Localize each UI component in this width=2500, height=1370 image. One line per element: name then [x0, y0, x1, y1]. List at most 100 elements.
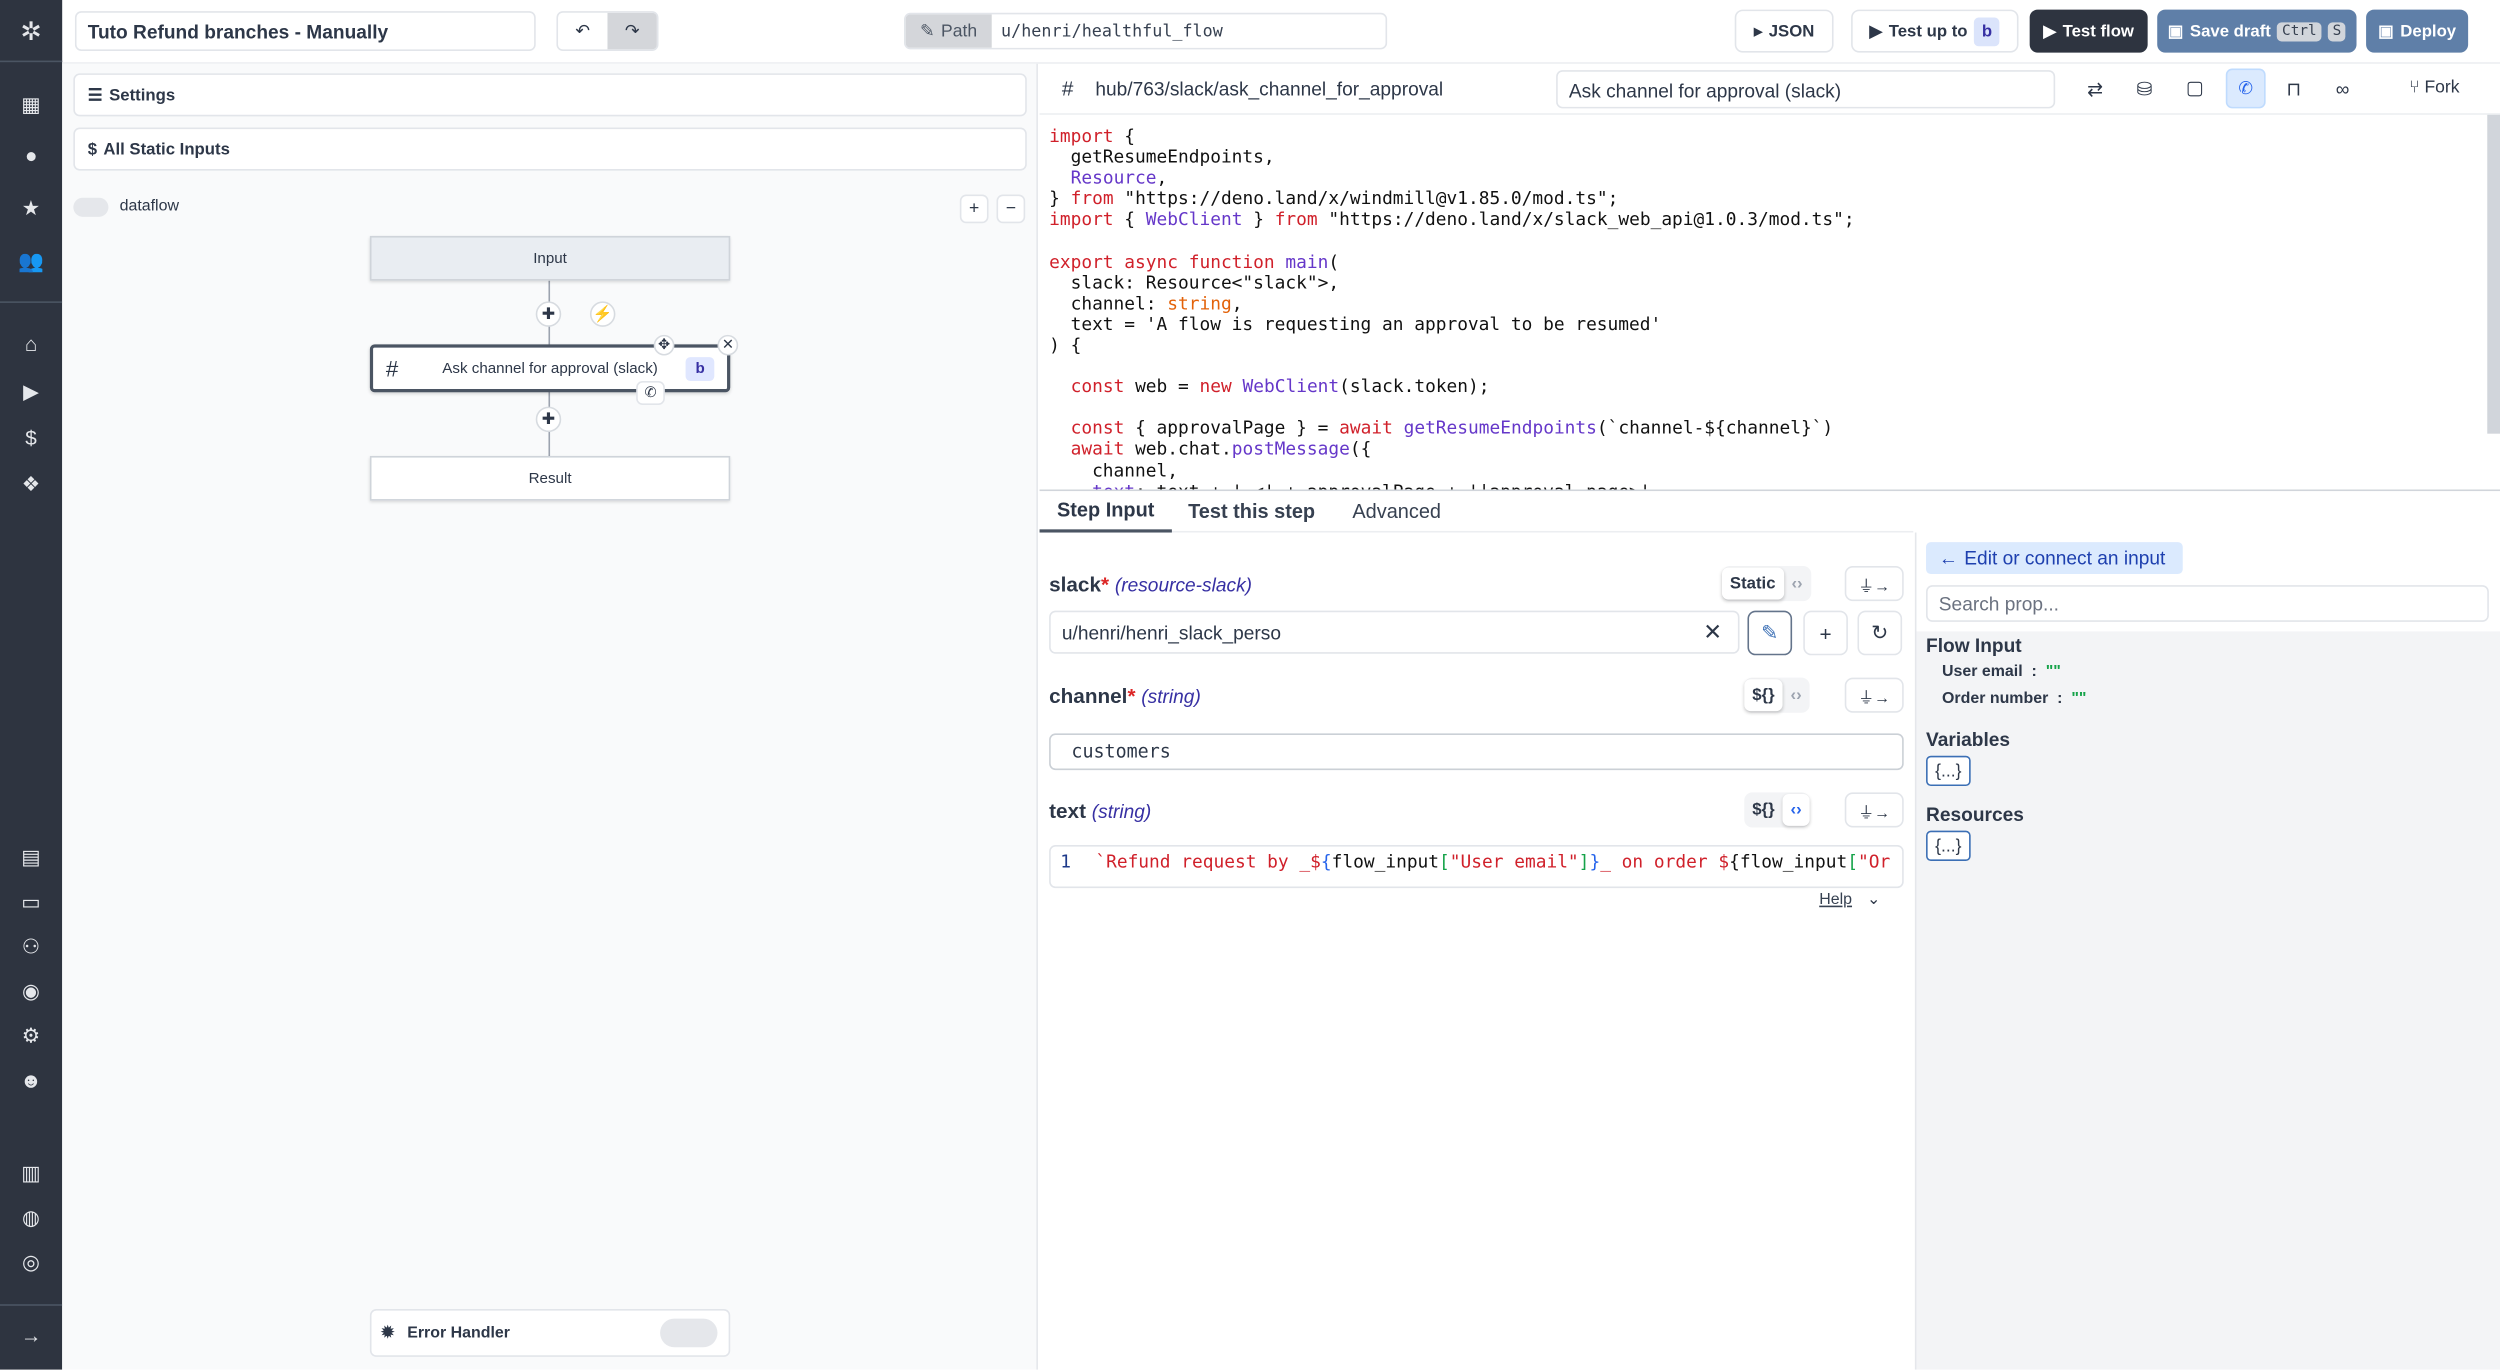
move-icon[interactable]: ✥ [653, 334, 675, 356]
search-prop-input[interactable]: Search prop... [1926, 585, 2489, 622]
flow-title-input[interactable]: Tuto Refund branches - Manually [74, 11, 536, 52]
discord-icon[interactable]: ◍ [0, 1205, 62, 1231]
tab-test-this-step[interactable]: Test this step [1180, 491, 1323, 532]
suspend-phone-icon[interactable]: ✆ [2225, 68, 2266, 109]
cubes-icon[interactable]: ❖ [0, 472, 62, 498]
save-icon: ▣ [2378, 21, 2394, 41]
gear-icon[interactable]: ⚙ [0, 1024, 62, 1050]
building-icon[interactable]: ▦ [0, 92, 62, 118]
static-inputs-label: All Static Inputs [103, 139, 230, 159]
variables-expand-button[interactable]: {...} [1926, 755, 1971, 787]
fork-button[interactable]: ⑂ Fork [2409, 78, 2459, 97]
redo-icon[interactable]: ↷ [607, 12, 657, 50]
static-inputs-button[interactable]: $ All Static Inputs [73, 127, 1027, 171]
code-scrollbar[interactable] [2487, 114, 2500, 434]
node-step[interactable]: # Ask channel for approval (slack) b [369, 344, 731, 393]
slack-resource-value: u/henri/henri_slack_perso [1061, 621, 1281, 645]
add-resource-button[interactable]: + [1803, 610, 1848, 656]
flow-input-item[interactable]: Order number : "" [1942, 690, 2086, 708]
static-mode[interactable]: Static [1721, 567, 1784, 600]
zoom-in-button[interactable]: + [959, 194, 989, 224]
clear-icon[interactable]: ✕ [1703, 619, 1722, 646]
groups-icon[interactable]: ⚇ [0, 934, 62, 960]
deploy-label: Deploy [2400, 21, 2457, 41]
tab-advanced[interactable]: Advanced [1339, 491, 1454, 532]
folder-icon[interactable]: ▭ [0, 890, 62, 916]
connect-title: Edit or connect an input [1964, 546, 2166, 570]
template-mode[interactable]: ${} [1744, 794, 1782, 826]
code-mode-icon[interactable]: ‹› [1783, 568, 1810, 600]
close-icon[interactable]: ✕ [717, 334, 739, 356]
chevron-down-icon[interactable]: ⌄ [1867, 891, 1880, 909]
error-handler-toggle[interactable] [660, 1318, 718, 1348]
path-label: Path [941, 21, 978, 41]
undo-icon[interactable]: ↶ [558, 13, 607, 50]
test-up-to-button[interactable]: ▶ Test up to b [1851, 9, 2019, 53]
star-icon[interactable]: ★ [0, 196, 62, 222]
zoom-out-button[interactable]: − [996, 194, 1026, 224]
json-button[interactable]: ▸ JSON [1734, 9, 1834, 53]
play-icon[interactable]: ▶ [0, 379, 62, 405]
sidebar: ✲ ▦ ● ★ 👥 ⌂ ▶ $ ❖ ▤ ▭ ⚇ ◉ ⚙ ☻ ▥ ◍ ◎ → [0, 0, 63, 1370]
infinity-icon[interactable]: ∞ [2336, 78, 2350, 100]
github-icon[interactable]: ◎ [0, 1250, 62, 1276]
home-icon[interactable]: ⌂ [0, 332, 62, 356]
channel-input[interactable]: customers [1049, 733, 1904, 771]
edit-resource-button[interactable]: ✎ [1747, 610, 1793, 656]
users-icon[interactable]: 👥 [0, 249, 62, 275]
dataflow-toggle[interactable] [73, 197, 109, 217]
connect-plug-icon[interactable]: ⏚→ [1844, 792, 1904, 828]
help-link[interactable]: Help [1819, 891, 1852, 909]
channel-mode-toggle[interactable]: ${} ‹› [1744, 677, 1810, 713]
edit-connect-button[interactable]: ← Edit or connect an input [1926, 542, 2183, 574]
windmill-logo-icon[interactable]: ✲ [0, 16, 62, 48]
add-step-icon[interactable]: ✚ [535, 301, 562, 327]
bolt-icon[interactable]: ⚡ [589, 301, 616, 327]
sleep-bed-icon[interactable]: ⊓ [2286, 78, 2301, 100]
book-icon[interactable]: ▥ [0, 1161, 62, 1187]
code-editor[interactable]: import { getResumeEndpoints, Resource, }… [1049, 126, 2484, 490]
text-mode-toggle[interactable]: ${} ‹› [1744, 792, 1810, 828]
summary-input[interactable]: Ask channel for approval (slack) [1556, 70, 2056, 109]
resources-expand-button[interactable]: {...} [1926, 830, 1971, 861]
slack-icon: # [385, 355, 399, 382]
user-icon[interactable]: ● [0, 143, 62, 167]
path-value: u/henri/healthful_flow [1001, 21, 1223, 41]
slack-mode-toggle[interactable]: Static ‹› [1721, 566, 1811, 602]
robot-icon[interactable]: ☻ [0, 1068, 62, 1092]
text-template-editor[interactable]: 1 `Refund request by _${flow_input["User … [1049, 845, 1904, 889]
eye-icon[interactable]: ◉ [0, 979, 62, 1005]
connect-plug-icon[interactable]: ⏚→ [1844, 677, 1904, 713]
slack-resource-select[interactable]: u/henri/henri_slack_perso ✕ [1049, 610, 1740, 654]
settings-label: Settings [109, 85, 176, 105]
connect-plug-icon[interactable]: ⏚→ [1844, 566, 1904, 602]
step-label: Ask channel for approval (slack) [442, 359, 658, 378]
path-field[interactable]: ✎ Path u/henri/healthful_flow [904, 12, 1388, 50]
test-flow-button[interactable]: ▶ Test flow [2029, 9, 2148, 53]
slack-icon: # [1061, 76, 1074, 101]
code-mode-icon[interactable]: ‹› [1783, 679, 1810, 711]
settings-button[interactable]: ☰ Settings [73, 73, 1027, 117]
error-handler-label: Error Handler [407, 1324, 510, 1342]
node-result[interactable]: Result [369, 455, 731, 501]
dollar-icon[interactable]: $ [0, 426, 62, 450]
tab-step-input[interactable]: Step Input [1039, 491, 1172, 533]
retry-icon[interactable]: ⇄ [2087, 78, 2103, 100]
template-mode[interactable]: ${} [1744, 679, 1783, 712]
error-handler[interactable]: ✹ Error Handler [369, 1309, 731, 1357]
save-draft-label: Save draft [2189, 21, 2271, 41]
node-input[interactable]: Input [369, 235, 731, 281]
play-icon: ▶ [1869, 21, 1883, 41]
calendar-icon[interactable]: ▤ [0, 845, 62, 871]
json-label: JSON [1768, 21, 1815, 41]
deploy-button[interactable]: ▣ Deploy [2366, 9, 2469, 53]
save-draft-button[interactable]: ▣ Save draft Ctrl S [2157, 9, 2357, 53]
database-icon[interactable]: ⛁ [2136, 78, 2152, 100]
shortcut-key: Ctrl [2277, 21, 2322, 41]
square-icon[interactable]: ▢ [2186, 77, 2204, 99]
refresh-button[interactable]: ↻ [1857, 610, 1903, 656]
expand-arrow-icon[interactable]: → [0, 1323, 62, 1347]
flow-input-item[interactable]: User email : "" [1942, 663, 2061, 681]
add-step-icon[interactable]: ✚ [535, 406, 562, 433]
code-mode-icon[interactable]: ‹› [1782, 794, 1810, 826]
